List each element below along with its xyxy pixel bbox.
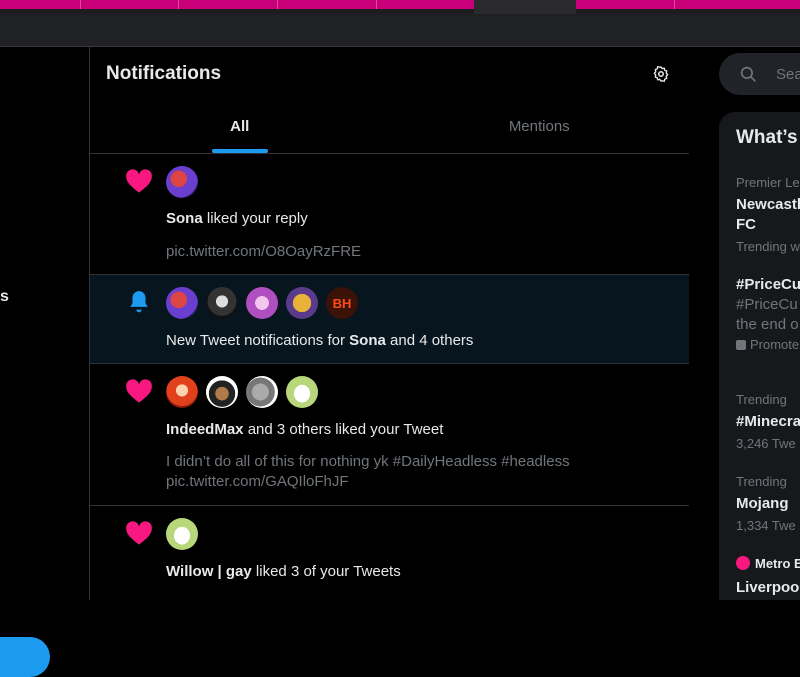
- trend-context: Trending: [736, 474, 787, 489]
- search-placeholder: Sea: [776, 66, 800, 83]
- source-avatar: [736, 556, 750, 570]
- trend-stat: 1,334 Twe: [736, 518, 796, 533]
- trend-context: Metro E: [755, 556, 800, 571]
- trend-name: Liverpool: [736, 579, 800, 596]
- trends-panel: What’s Premier Lea Newcastl FC Trending …: [719, 112, 800, 600]
- trend-description: the end o: [736, 316, 799, 333]
- trend-stat: 3,246 Twe: [736, 436, 796, 451]
- avatar[interactable]: [246, 376, 278, 408]
- avatar[interactable]: [166, 287, 198, 319]
- search-icon: [739, 65, 757, 88]
- tab-separator: [178, 0, 179, 9]
- avatar[interactable]: [206, 287, 238, 319]
- tab-separator: [277, 0, 278, 9]
- trend-stat: Trending w: [736, 239, 800, 254]
- browser-tab-strip: [0, 0, 800, 14]
- avatar[interactable]: [166, 166, 198, 198]
- page-header: Notifications: [90, 47, 689, 100]
- notification-action: liked 3 of your Tweets: [255, 563, 401, 580]
- actor-name[interactable]: Sona: [166, 210, 203, 227]
- notification-item[interactable]: Sona liked your reply pic.twitter.com/O8…: [90, 154, 689, 275]
- trend-item[interactable]: #PriceCu #PriceCu the end o Promote: [736, 275, 800, 353]
- tab-active-indicator: [211, 149, 268, 153]
- browser-tab-active[interactable]: [474, 0, 576, 14]
- notification-item[interactable]: BH New Tweet notifications for Sona and …: [90, 275, 689, 364]
- notification-text: IndeedMax and 3 others liked your Tweet: [166, 421, 443, 438]
- tab-separator: [674, 0, 675, 9]
- avatar[interactable]: [166, 376, 198, 408]
- trend-item[interactable]: Trending #Minecra 3,246 Twe: [736, 392, 800, 452]
- tweet-snippet-line: pic.twitter.com/GAQIloFhJF: [166, 473, 349, 490]
- nav-item-label[interactable]: s: [0, 288, 9, 306]
- tab-separator: [376, 0, 377, 9]
- browser-tab-group[interactable]: [576, 0, 800, 9]
- notification-text: New Tweet notifications for Sona and 4 o…: [166, 332, 473, 349]
- page-title: Notifications: [106, 63, 222, 84]
- trend-name: FC: [736, 216, 756, 233]
- promoted-icon: [736, 340, 746, 350]
- notification-tabs: All Mentions: [90, 100, 689, 154]
- notification-suffix: and 4 others: [390, 332, 474, 349]
- notification-item[interactable]: IndeedMax and 3 others liked your Tweet …: [90, 364, 689, 506]
- bell-icon: [124, 287, 154, 317]
- heart-icon: [124, 376, 154, 406]
- notifications-column: Notifications All Mentions Sona liked yo…: [89, 47, 690, 600]
- right-sidebar: Sea What’s Premier Lea Newcastl FC Trend…: [689, 47, 800, 600]
- left-sidebar: s: [0, 47, 89, 677]
- actor-name[interactable]: Sona: [349, 332, 386, 349]
- trend-description: #PriceCu: [736, 296, 798, 313]
- trend-name: #Minecra: [736, 413, 800, 430]
- notification-text: Sona liked your reply: [166, 210, 308, 227]
- avatar[interactable]: [206, 376, 238, 408]
- avatar[interactable]: [246, 287, 278, 319]
- notification-action: and 3 others liked your Tweet: [247, 421, 444, 438]
- tweet-snippet[interactable]: I didn’t do all of this for nothing yk #…: [166, 452, 666, 492]
- tweet-snippet[interactable]: pic.twitter.com/O8OayRzFRE: [166, 242, 666, 262]
- notification-text: Willow | gay liked 3 of your Tweets: [166, 563, 401, 580]
- heart-icon: [124, 518, 154, 548]
- actor-name[interactable]: Willow | gay: [166, 563, 252, 580]
- browser-tab-group[interactable]: [0, 0, 474, 9]
- heart-icon: [124, 166, 154, 196]
- notification-prefix: New Tweet notifications for: [166, 332, 345, 349]
- trend-item[interactable]: Metro E Liverpool: [736, 556, 800, 598]
- tweet-button[interactable]: [0, 637, 50, 677]
- avatar[interactable]: [286, 376, 318, 408]
- promoted-label: Promote: [750, 337, 800, 352]
- avatar[interactable]: [166, 518, 198, 550]
- trend-item[interactable]: Premier Lea Newcastl FC Trending w: [736, 175, 800, 255]
- notification-item[interactable]: Willow | gay liked 3 of your Tweets: [90, 506, 689, 600]
- actor-name[interactable]: IndeedMax: [166, 421, 244, 438]
- tab-label: Mentions: [508, 118, 570, 135]
- settings-gear-icon[interactable]: [650, 63, 672, 85]
- trend-context: Premier Lea: [736, 175, 800, 190]
- tab-mentions[interactable]: Mentions: [390, 100, 690, 153]
- tab-all[interactable]: All: [90, 100, 390, 153]
- tab-separator: [80, 0, 81, 9]
- trend-name: Mojang: [736, 495, 789, 512]
- avatar[interactable]: BH: [326, 287, 358, 319]
- trends-title: What’s: [736, 127, 798, 148]
- trend-name: #PriceCu: [736, 276, 800, 293]
- trend-item[interactable]: Trending Mojang 1,334 Twe: [736, 474, 796, 534]
- trend-context: Trending: [736, 392, 787, 407]
- browser-toolbar: [0, 14, 800, 47]
- notification-action: liked your reply: [206, 210, 308, 227]
- search-input[interactable]: Sea: [719, 53, 800, 95]
- avatar[interactable]: [286, 287, 318, 319]
- tab-label: All: [230, 118, 250, 135]
- tweet-snippet-line: I didn’t do all of this for nothing yk #…: [166, 453, 570, 470]
- trend-name: Newcastl: [736, 196, 800, 213]
